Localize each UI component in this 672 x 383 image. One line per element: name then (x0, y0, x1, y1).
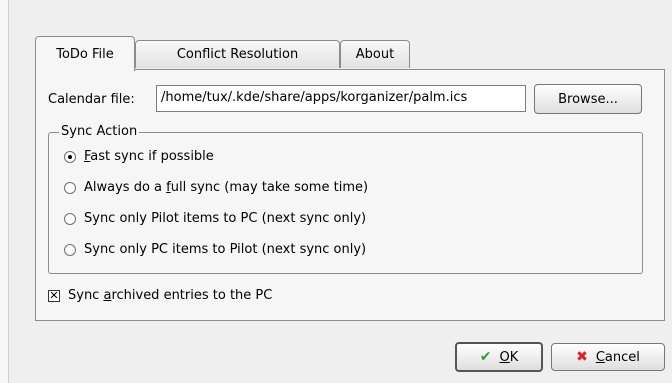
checkmark-icon: ✔ (479, 349, 492, 365)
browse-label: Browse... (558, 91, 618, 107)
radio-label: Always do a full sync (may take some tim… (84, 180, 369, 195)
radio-pilot-to-pc[interactable]: Sync only Pilot items to PC (next sync o… (64, 211, 366, 226)
tab-panel-todo-file: Calendar file: /home/tux/.kde/share/apps… (35, 69, 665, 321)
archive-checkbox-row[interactable]: ✕ Sync archived entries to the PC (48, 288, 272, 303)
radio-label: Sync only PC items to Pilot (next sync o… (84, 242, 367, 257)
radio-pc-to-pilot[interactable]: Sync only PC items to Pilot (next sync o… (64, 242, 366, 257)
tab-label: Conflict Resolution (176, 47, 299, 62)
tab-todo-file[interactable]: ToDo File (35, 36, 135, 71)
tab-about[interactable]: About (340, 40, 410, 68)
ok-label: OK (499, 349, 519, 365)
radio-button[interactable] (64, 150, 76, 163)
tab-label: ToDo File (56, 46, 114, 62)
radio-label: Fast sync if possible (84, 149, 214, 164)
tab-conflict-resolution[interactable]: Conflict Resolution (135, 40, 340, 68)
cancel-label: Cancel (595, 349, 640, 365)
radio-fast-sync[interactable]: Fast sync if possible (64, 149, 214, 164)
tab-label: About (355, 47, 395, 62)
calendar-file-label: Calendar file: (48, 92, 135, 107)
calendar-file-input[interactable]: /home/tux/.kde/share/apps/korganizer/pal… (156, 85, 526, 112)
browse-button[interactable]: Browse... (534, 84, 642, 114)
ok-button[interactable]: ✔ OK (455, 342, 543, 372)
cancel-x-icon: ✖ (576, 349, 588, 365)
sync-action-group: Sync Action Fast sync if possible Always… (48, 124, 643, 274)
checkbox-checked-icon[interactable]: ✕ (48, 289, 60, 302)
window-left-edge (0, 0, 9, 383)
radio-button[interactable] (64, 243, 76, 256)
radio-full-sync[interactable]: Always do a full sync (may take some tim… (64, 180, 368, 195)
radio-button[interactable] (64, 212, 76, 225)
radio-button[interactable] (64, 181, 76, 194)
radio-label: Sync only Pilot items to PC (next sync o… (84, 211, 367, 226)
cancel-button[interactable]: ✖ Cancel (551, 343, 665, 371)
sync-action-title: Sync Action (59, 124, 140, 139)
archive-checkbox-label: Sync archived entries to the PC (68, 288, 273, 303)
